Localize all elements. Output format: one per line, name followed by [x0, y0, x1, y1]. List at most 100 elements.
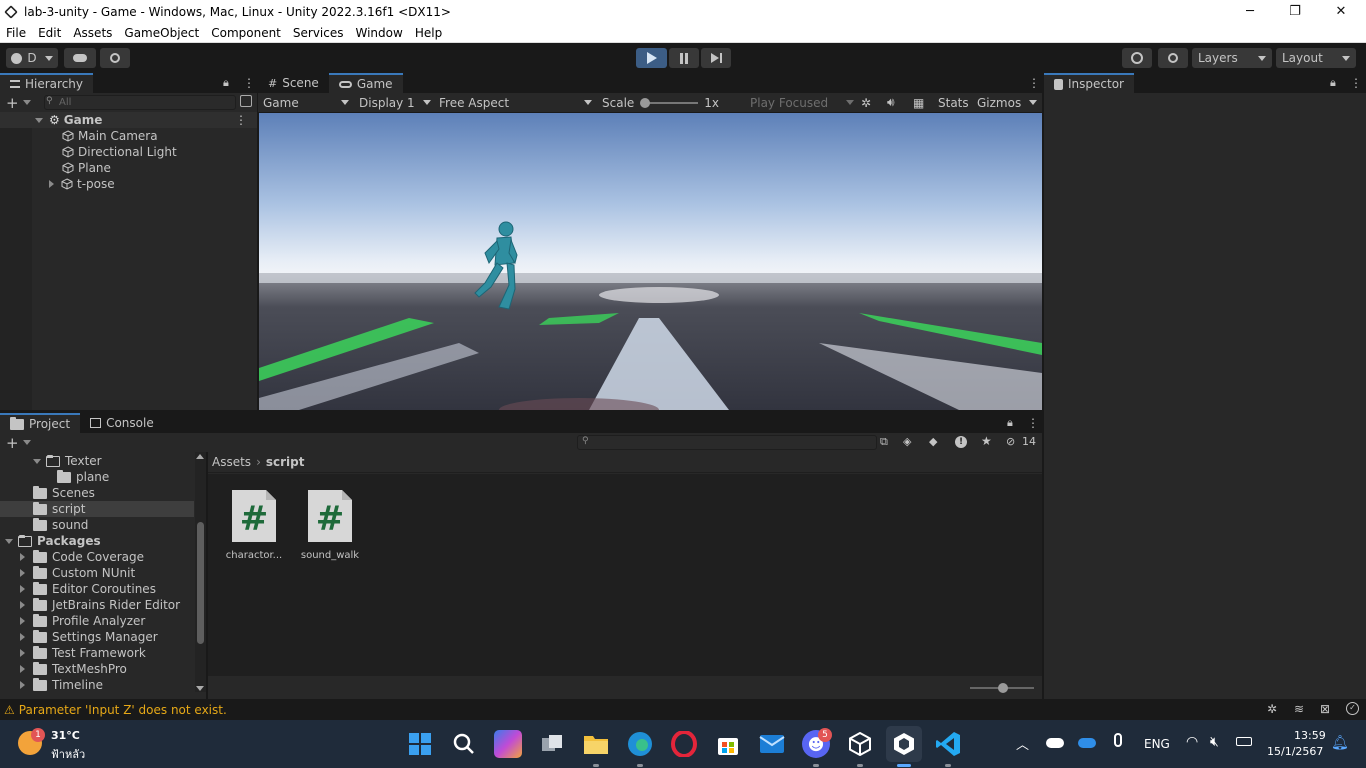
unity-hub-icon[interactable]	[846, 730, 874, 758]
wifi-icon[interactable]: ◠	[1186, 734, 1198, 750]
add-icon[interactable]: +	[6, 434, 19, 452]
maximize-button[interactable]: ❐	[1272, 0, 1318, 23]
clock-date[interactable]: 15/1/2567	[1267, 745, 1323, 758]
add-icon[interactable]: +	[6, 94, 19, 112]
unity-editor-icon[interactable]	[886, 726, 922, 762]
project-search-input[interactable]	[577, 435, 877, 450]
keyboard-icon[interactable]: ▦	[913, 93, 929, 112]
collab-button[interactable]	[100, 48, 130, 68]
add-dropdown-icon[interactable]	[22, 100, 31, 105]
tree-item-package[interactable]: JetBrains Rider Editor	[0, 597, 180, 613]
layers-dropdown[interactable]: Layers	[1192, 48, 1272, 68]
onedrive-icon[interactable]	[1078, 738, 1096, 748]
clock-time[interactable]: 13:59	[1294, 729, 1326, 742]
layout-dropdown[interactable]: Layout	[1276, 48, 1356, 68]
weather-desc[interactable]: ฟ้าหลัว	[51, 745, 85, 763]
menu-component[interactable]: Component	[205, 26, 287, 40]
expand-icon[interactable]	[20, 649, 25, 657]
aspect-dropdown[interactable]: Free Aspect	[439, 93, 592, 112]
scene-menu-icon[interactable]: ⋮	[235, 113, 247, 127]
edge-icon[interactable]	[626, 730, 654, 758]
expand-icon[interactable]	[33, 458, 41, 464]
task-view-icon[interactable]	[538, 730, 566, 758]
bug-icon[interactable]: ✲	[861, 93, 877, 112]
tab-inspector[interactable]: Inspector	[1044, 73, 1134, 93]
scene-visibility-icon[interactable]	[240, 95, 252, 107]
battery-icon[interactable]	[1236, 737, 1252, 746]
tree-item-packages[interactable]: Packages	[0, 533, 101, 549]
tree-item-plane[interactable]: plane	[0, 469, 109, 485]
type-filter-icon[interactable]: ◈	[903, 435, 911, 448]
scroll-down-icon[interactable]	[196, 686, 204, 691]
account-dropdown[interactable]: D	[6, 48, 58, 68]
copilot-icon[interactable]	[494, 730, 522, 758]
expand-icon[interactable]	[20, 617, 25, 625]
expand-icon[interactable]	[20, 553, 25, 561]
lock-icon[interactable]: 🔒︎	[223, 76, 229, 90]
lock-icon[interactable]: 🔒︎	[1007, 416, 1013, 430]
hierarchy-item-plane[interactable]: Plane	[0, 160, 111, 176]
tree-item-sound[interactable]: sound	[0, 517, 88, 533]
scene-row[interactable]: ⚙ Game ⋮	[0, 112, 257, 128]
breadcrumb-assets[interactable]: Assets	[212, 455, 251, 469]
menu-file[interactable]: File	[0, 26, 32, 40]
project-menu-icon[interactable]: ⋮	[1027, 416, 1039, 430]
hidden-packages-icon[interactable]: ⊘	[1006, 435, 1015, 448]
speaker-icon[interactable]: 🔊︎	[887, 93, 903, 112]
search-filter-icon[interactable]: ⧉	[880, 435, 888, 449]
tree-item-package[interactable]: TextMeshPro	[0, 661, 127, 677]
hierarchy-menu-icon[interactable]: ⋮	[243, 76, 255, 90]
search-icon[interactable]	[450, 730, 478, 758]
cloud-icon[interactable]	[1046, 738, 1064, 748]
menu-gameobject[interactable]: GameObject	[118, 26, 205, 40]
zoom-slider-handle[interactable]	[998, 683, 1008, 693]
hierarchy-item-main-camera[interactable]: Main Camera	[0, 128, 158, 144]
file-explorer-icon[interactable]	[582, 730, 610, 758]
microphone-icon[interactable]	[1114, 733, 1122, 747]
menu-assets[interactable]: Assets	[67, 26, 118, 40]
menu-help[interactable]: Help	[409, 26, 448, 40]
vscode-icon[interactable]	[934, 730, 962, 758]
hierarchy-item-directional-light[interactable]: Directional Light	[0, 144, 177, 160]
mail-icon[interactable]	[758, 730, 786, 758]
breadcrumb-script[interactable]: script	[266, 455, 305, 469]
play-button[interactable]	[636, 48, 667, 68]
tree-item-package[interactable]: Code Coverage	[0, 549, 144, 565]
add-dropdown-icon[interactable]	[22, 440, 31, 445]
expand-icon[interactable]	[20, 665, 25, 673]
status-message[interactable]: Parameter 'Input Z' does not exist.	[19, 703, 227, 717]
scrollbar-thumb[interactable]	[197, 522, 204, 644]
tree-item-package[interactable]: Test Framework	[0, 645, 146, 661]
close-button[interactable]: ✕	[1318, 0, 1364, 23]
tree-scrollbar[interactable]	[195, 452, 206, 692]
display-dropdown[interactable]: Display 1	[359, 93, 431, 112]
speaker-muted-icon[interactable]: 🔇︎	[1210, 734, 1219, 750]
menu-services[interactable]: Services	[287, 26, 350, 40]
tree-item-scenes[interactable]: Scenes	[0, 485, 95, 501]
expand-icon[interactable]	[20, 633, 25, 641]
hierarchy-search-input[interactable]: All	[44, 95, 236, 110]
history-button[interactable]	[1122, 48, 1152, 68]
favorite-icon[interactable]: ★	[981, 434, 992, 448]
menu-edit[interactable]: Edit	[32, 26, 67, 40]
step-button[interactable]	[701, 48, 731, 68]
minimize-button[interactable]: ─	[1227, 0, 1273, 23]
game-viewport[interactable]	[259, 113, 1042, 410]
lock-icon[interactable]: 🔒︎	[1330, 76, 1336, 90]
opera-icon[interactable]	[670, 730, 698, 758]
notification-bell-icon[interactable]: 🔔︎	[1331, 735, 1349, 751]
warning-filter-icon[interactable]: !	[955, 436, 967, 448]
expand-icon[interactable]	[5, 538, 13, 544]
search-button[interactable]	[1158, 48, 1188, 68]
weather-temp[interactable]: 31°C	[51, 729, 80, 742]
cache-icon[interactable]: ≋	[1294, 702, 1304, 716]
pause-button[interactable]	[669, 48, 699, 68]
game-menu-icon[interactable]: ⋮	[1028, 76, 1040, 90]
debug-icon[interactable]: ✲	[1267, 702, 1277, 716]
tree-item-script[interactable]: script	[0, 501, 194, 517]
stats-button[interactable]: Stats	[938, 93, 969, 112]
expand-icon[interactable]	[35, 117, 43, 123]
tree-item-package[interactable]: Timeline	[0, 677, 103, 693]
tab-console[interactable]: Console	[80, 413, 164, 433]
hierarchy-item-t-pose[interactable]: t-pose	[0, 176, 115, 192]
